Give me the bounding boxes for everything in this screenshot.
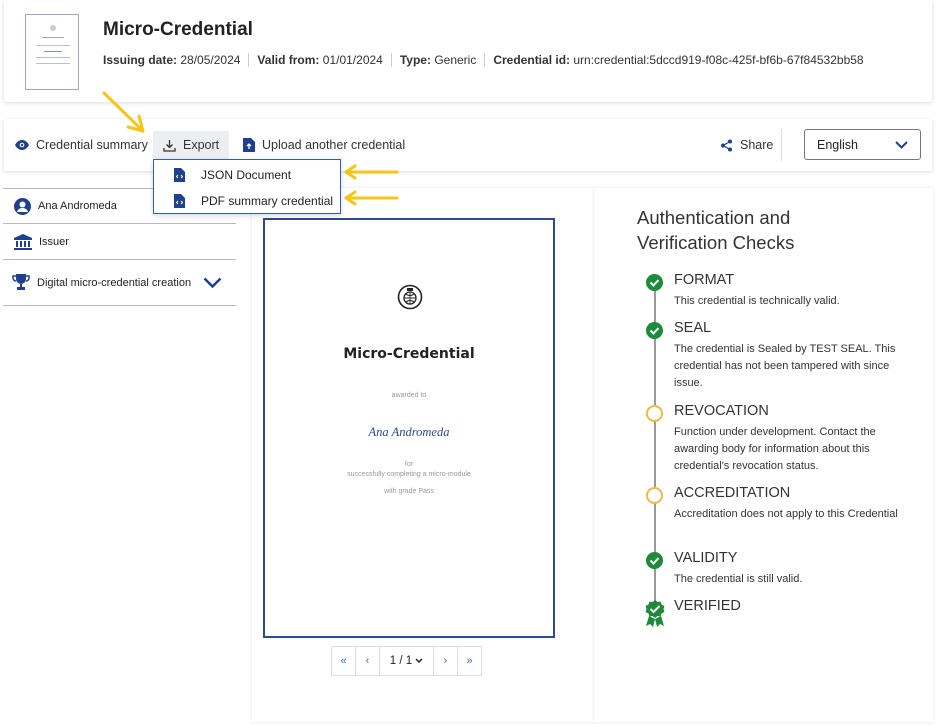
recipient-name: Ana Andromeda [368, 425, 450, 439]
chevron-down-icon [895, 140, 908, 149]
valid-from: Valid from: 01/01/2024 [257, 53, 383, 67]
check-ok-icon [646, 274, 663, 291]
chevron-down-icon [415, 658, 423, 664]
export-menu: JSON Document PDF summary credential [153, 159, 341, 214]
awarded-to-label: awarded to [391, 392, 427, 399]
user-circle-icon [14, 197, 31, 215]
credential-document: Micro-Credential awarded to Ana Andromed… [263, 218, 555, 638]
share-icon [721, 139, 732, 151]
credential-id: Credential id: urn:credential:5dccd919-f… [493, 53, 864, 67]
credential-thumbnail[interactable] [25, 14, 79, 90]
document-title: Micro-Credential [343, 346, 475, 362]
credential-type: Type: Generic [399, 53, 477, 67]
sidebar-item-achievement[interactable]: Digital micro-credential creation [3, 260, 236, 306]
export-button[interactable]: Export [153, 131, 230, 159]
credential-header: Micro-Credential Issuing date: 28/05/202… [4, 0, 932, 102]
credential-preview: Micro-Credential awarded to Ana Andromed… [252, 188, 594, 722]
trophy-icon [12, 274, 30, 290]
first-page-button[interactable]: « [331, 646, 356, 676]
page-title: Micro-Credential [103, 19, 253, 40]
chevron-down-icon[interactable] [203, 277, 222, 289]
upload-file-icon [243, 138, 255, 152]
share-button[interactable]: Share [720, 131, 773, 159]
upload-credential-button[interactable]: Upload another credential [243, 131, 405, 159]
for-label: for [404, 461, 414, 468]
export-json-item[interactable]: JSON Document [174, 164, 291, 186]
verified-badge-icon [645, 600, 665, 627]
language-select[interactable]: English [804, 129, 921, 160]
prev-page-button[interactable]: ‹ [355, 646, 380, 676]
sidebar-item-issuer[interactable]: Issuer [3, 224, 236, 260]
reason-text: successfully completing a micro-module [347, 471, 471, 478]
verification-title: Authentication and Verification Checks [637, 207, 795, 253]
pagination: « ‹ 1 / 1 › » [331, 646, 482, 676]
check-ok-icon [646, 552, 663, 569]
check-ok-icon [646, 322, 663, 339]
download-icon [163, 139, 176, 152]
issuing-date: Issuing date: 28/05/2024 [103, 53, 241, 67]
pending-circle-icon [646, 405, 663, 422]
file-code-icon [174, 194, 185, 208]
export-pdf-item[interactable]: PDF summary credential [174, 190, 333, 212]
page-select[interactable]: 1 / 1 [379, 646, 434, 676]
grade-text: with grade Pass [384, 488, 434, 495]
next-page-button[interactable]: › [433, 646, 458, 676]
bank-icon [14, 233, 32, 250]
last-page-button[interactable]: » [457, 646, 482, 676]
credential-summary-button[interactable]: Credential summary [15, 131, 148, 159]
pending-circle-icon [646, 487, 663, 504]
file-code-icon [174, 168, 185, 182]
verification-panel: Authentication and Verification Checks F… [594, 188, 933, 722]
eye-icon [15, 140, 29, 150]
credential-meta: Issuing date: 28/05/2024 Valid from: 01/… [103, 53, 864, 67]
toolbar: Credential summary Export Upload another… [4, 119, 932, 171]
seal-logo-icon [397, 284, 423, 310]
